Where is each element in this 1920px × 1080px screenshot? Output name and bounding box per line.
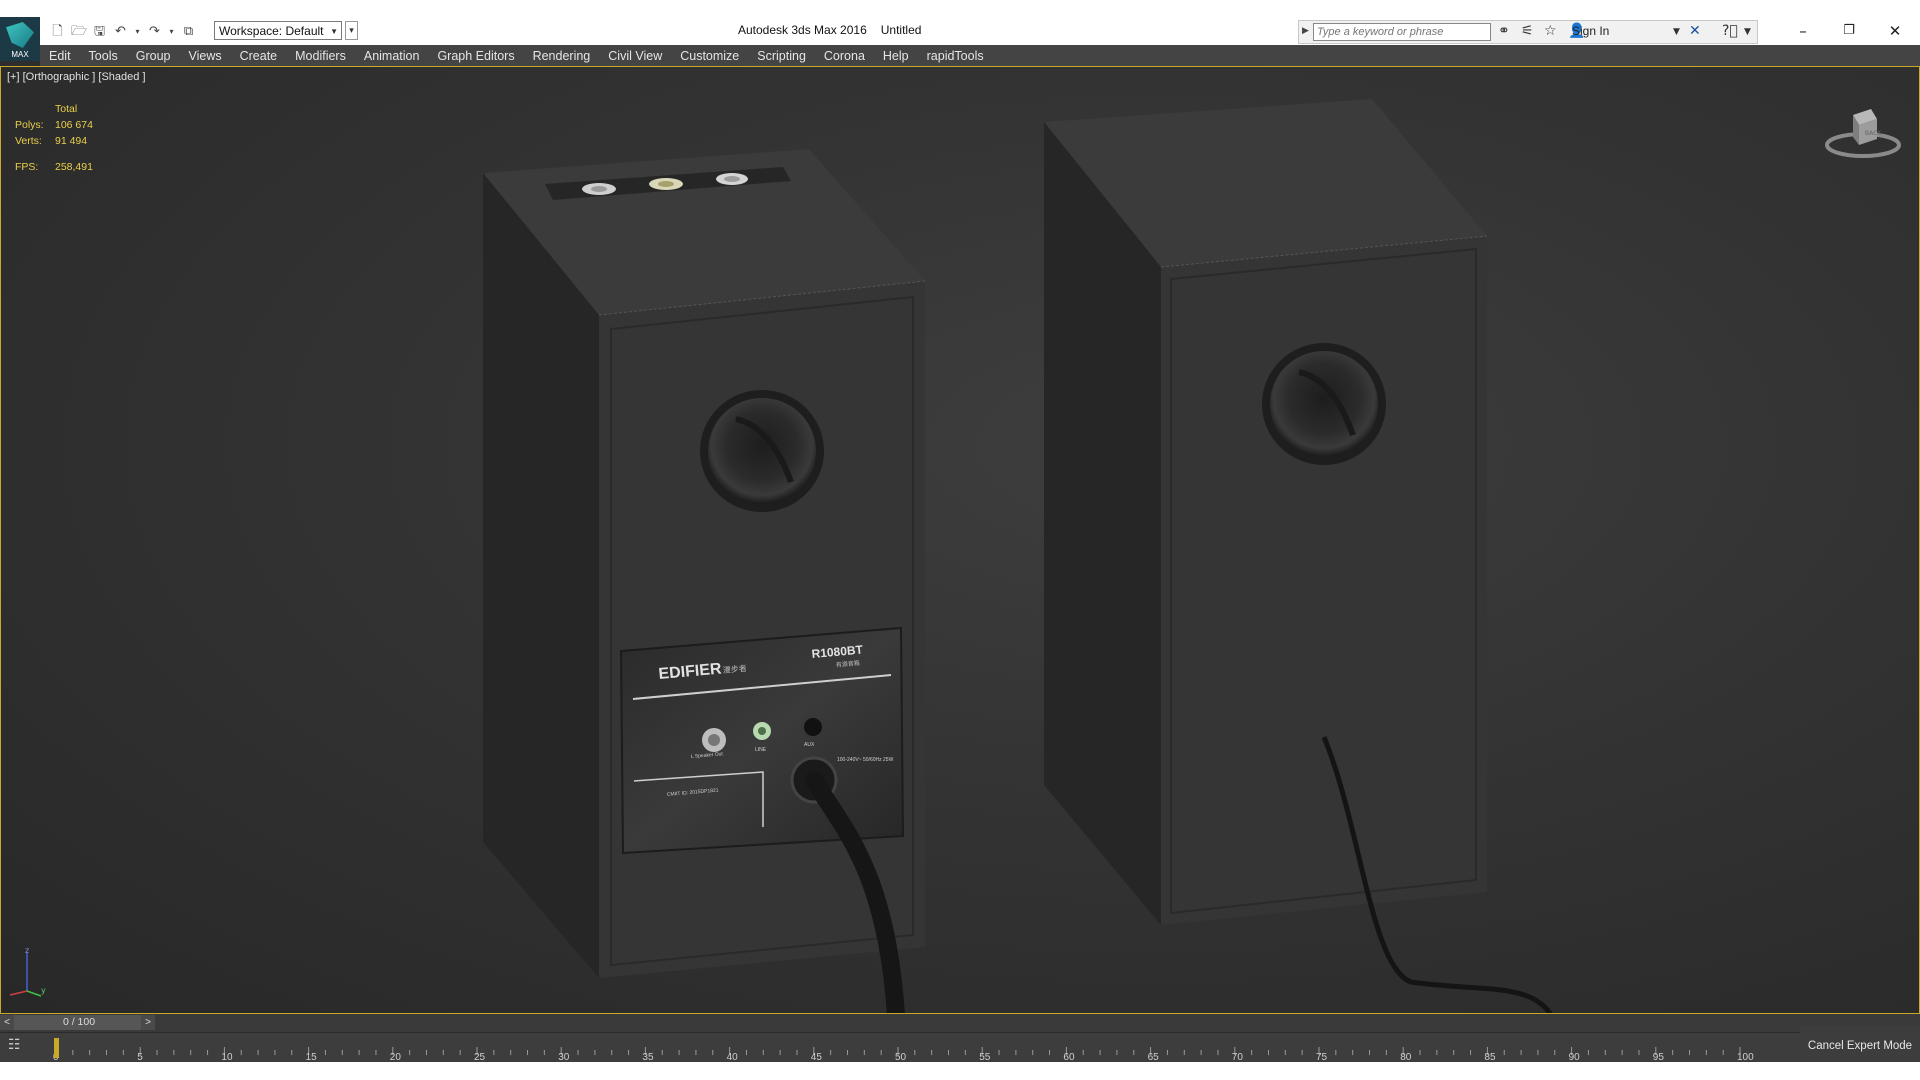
redo-icon[interactable]: ↷ — [147, 24, 162, 39]
close-button[interactable]: ✕ — [1872, 16, 1918, 46]
menu-group[interactable]: Group — [127, 49, 180, 63]
quick-access-toolbar: 🗋 🗁 🖫 ↶ ▾ ↷ ▾ ⧉ — [50, 22, 196, 41]
workspace-dropdown[interactable]: Workspace: Default ▼ — [214, 21, 342, 40]
time-slider-prev-button[interactable]: < — [0, 1015, 14, 1030]
communication-center-icon[interactable]: ⚟ — [1521, 23, 1534, 39]
panel-brand-sub: 漫步者 — [722, 663, 747, 675]
document-name: Untitled — [880, 23, 922, 37]
orthographic-viewport[interactable]: [+] [Orthographic ] [Shaded ] Total Poly… — [0, 66, 1920, 1014]
left-speaker-model — [483, 149, 926, 1013]
viewcube-icon[interactable]: BACK — [1823, 101, 1903, 161]
current-frame-marker[interactable] — [54, 1038, 59, 1058]
open-file-icon[interactable]: 🗁 — [71, 24, 87, 39]
binoculars-icon[interactable]: ⚭ — [1498, 23, 1510, 39]
axis-tripod-icon: z y — [9, 947, 46, 997]
scene-render: EDIFIER 漫步者 R1080BT 有源音箱 L Speaker Out L… — [483, 99, 1553, 1013]
menu-scripting[interactable]: Scripting — [748, 49, 815, 63]
save-file-icon[interactable]: 🖫 — [92, 24, 107, 39]
logo-text: MAX — [11, 50, 29, 59]
minimize-button[interactable]: – — [1780, 16, 1826, 46]
sign-in-button[interactable]: Sign In — [1572, 24, 1609, 38]
svg-text:z: z — [25, 947, 29, 955]
svg-text:y: y — [41, 986, 46, 995]
svg-text:BACK: BACK — [1865, 130, 1882, 137]
quick-access-customize-icon[interactable]: ▾ — [345, 21, 358, 40]
timeline-ruler: 0510152025303540455055606570758085909510… — [53, 1038, 1754, 1063]
menu-rendering[interactable]: Rendering — [524, 49, 600, 63]
status-bar — [0, 1062, 1920, 1080]
product-name: Autodesk 3ds Max 2016 — [738, 23, 867, 37]
search-input[interactable] — [1313, 23, 1491, 41]
redo-dropdown-icon[interactable]: ▾ — [168, 24, 175, 39]
chevron-down-icon: ▼ — [330, 27, 338, 36]
infocenter-expand-icon[interactable]: ▶ — [1302, 25, 1309, 36]
window-title: Autodesk 3ds Max 2016 Untitled — [738, 23, 935, 37]
undo-icon[interactable]: ↶ — [113, 24, 128, 39]
favorites-star-icon[interactable]: ☆ — [1544, 23, 1557, 39]
menu-graph-editors[interactable]: Graph Editors — [428, 49, 523, 63]
menu-animation[interactable]: Animation — [355, 49, 429, 63]
project-folder-icon[interactable]: ⧉ — [181, 24, 196, 39]
application-menu-button[interactable]: MAX — [0, 17, 40, 61]
autodesk-exchange-icon[interactable]: ✕ — [1689, 23, 1701, 39]
menu-civil-view[interactable]: Civil View — [599, 49, 671, 63]
time-slider-thumb[interactable]: 0 / 100 — [14, 1015, 144, 1030]
time-slider-track[interactable]: < 0 / 100 > — [0, 1014, 1920, 1032]
main-menu-bar: Edit Tools Group Views Create Modifiers Animat… — [40, 45, 1920, 66]
right-speaker-model — [1044, 99, 1553, 1013]
menu-views[interactable]: Views — [179, 49, 230, 63]
help-dropdown-icon[interactable]: ▼ — [1744, 27, 1751, 37]
menu-modifiers[interactable]: Modifiers — [286, 49, 355, 63]
menu-tools[interactable]: Tools — [80, 49, 127, 63]
undo-dropdown-icon[interactable]: ▾ — [134, 24, 141, 39]
sign-in-dropdown-icon[interactable]: ▼ — [1673, 27, 1680, 37]
menu-help[interactable]: Help — [874, 49, 918, 63]
menu-edit[interactable]: Edit — [40, 49, 80, 63]
panel-jack-line: LINE — [755, 747, 767, 753]
cancel-expert-mode-button[interactable]: Cancel Expert Mode — [1800, 1026, 1920, 1066]
restore-button[interactable]: ❐ — [1826, 16, 1872, 46]
trackbar-timeline[interactable]: ☷ 05101520253035404550556065707580859095… — [0, 1032, 1920, 1063]
panel-power-spec: 100-240V~ 50/60Hz 25W — [837, 757, 894, 763]
title-bar: 🗋 🗁 🖫 ↶ ▾ ↷ ▾ ⧉ Workspace: Default ▼ ▾ A… — [0, 0, 1920, 45]
menu-rapidtools[interactable]: rapidTools — [918, 49, 993, 63]
menu-customize[interactable]: Customize — [671, 49, 748, 63]
panel-jack-aux: AUX — [804, 742, 815, 748]
max-logo-icon — [6, 22, 34, 48]
menu-create[interactable]: Create — [231, 49, 287, 63]
new-file-icon[interactable]: 🗋 — [50, 24, 65, 39]
time-slider-next-button[interactable]: > — [141, 1015, 155, 1030]
help-icon[interactable]: ?⃝ — [1722, 23, 1738, 39]
workspace-label: Workspace: Default — [219, 24, 324, 38]
menu-corona[interactable]: Corona — [815, 49, 874, 63]
